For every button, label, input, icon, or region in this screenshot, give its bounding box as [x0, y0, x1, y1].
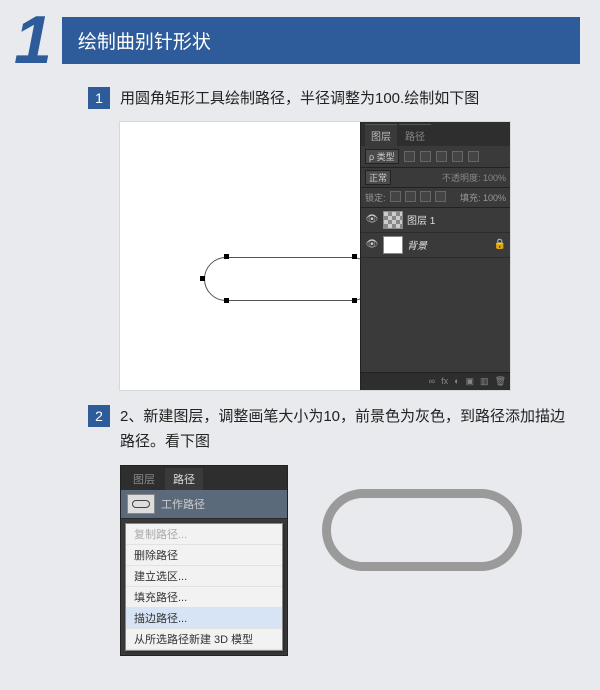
lock-position-icon[interactable] — [420, 191, 431, 202]
lock-pixel-icon[interactable] — [405, 191, 416, 202]
trash-icon[interactable]: 🗑 — [495, 376, 506, 387]
section-header: 1 绘制曲别针形状 — [0, 0, 600, 68]
anchor-point — [352, 298, 357, 303]
work-path-label: 工作路径 — [161, 496, 205, 512]
step-1-header: 1 用圆角矩形工具绘制路径，半径调整为100.绘制如下图 — [88, 86, 580, 112]
menu-item-new-3d-model[interactable]: 从所选路径新建 3D 模型 — [126, 629, 282, 650]
panel-tabs: 图层 路径 — [361, 122, 510, 146]
context-menu: 复制路径... 删除路径 建立选区... 填充路径... 描边路径... 从所选… — [125, 523, 283, 651]
filter-type-icon[interactable] — [436, 151, 447, 162]
layer-thumbnail — [383, 236, 403, 254]
step-badge: 1 — [88, 87, 110, 109]
lock-fill-row: 锁定: 填充: 100% — [361, 188, 510, 208]
section-number: 1 — [14, 6, 52, 74]
link-icon[interactable]: ∞ — [429, 376, 435, 387]
visibility-eye-icon[interactable]: 👁 — [365, 214, 379, 225]
filter-type-select[interactable]: ρ 类型 — [365, 149, 399, 164]
step-badge: 2 — [88, 405, 110, 427]
lock-icon: 🔒 — [494, 239, 506, 250]
new-layer-icon[interactable]: ▥ — [480, 376, 489, 387]
filter-adjust-icon[interactable] — [420, 151, 431, 162]
rounded-rect-path — [204, 257, 374, 301]
anchor-point — [224, 298, 229, 303]
layer-name: 图层 1 — [407, 212, 506, 227]
tab-layers[interactable]: 图层 — [125, 468, 163, 490]
canvas-screenshot: 图层 路径 ρ 类型 正常 不透明度: 100% 锁定: — [120, 122, 510, 390]
visibility-eye-icon[interactable]: 👁 — [365, 239, 379, 250]
filter-shape-icon[interactable] — [452, 151, 463, 162]
filter-smart-icon[interactable] — [468, 151, 479, 162]
layer-name: 背景 — [407, 237, 490, 252]
opacity-label: 不透明度: 100% — [442, 171, 506, 184]
menu-item-delete-path[interactable]: 删除路径 — [126, 545, 282, 566]
step-2-header: 2 2、新建图层，调整画笔大小为10，前景色为灰色，到路径添加描边路径。看下图 — [88, 404, 580, 455]
fx-icon[interactable]: fx — [441, 376, 448, 387]
blend-opacity-row: 正常 不透明度: 100% — [361, 168, 510, 188]
section-title: 绘制曲别针形状 — [62, 17, 580, 64]
step-1-text: 用圆角矩形工具绘制路径，半径调整为100.绘制如下图 — [120, 86, 580, 112]
layer-filter-row: ρ 类型 — [361, 146, 510, 168]
layer-thumbnail — [383, 211, 403, 229]
step-2: 2 2、新建图层，调整画笔大小为10，前景色为灰色，到路径添加描边路径。看下图 … — [88, 404, 580, 656]
layer-row[interactable]: 👁 图层 1 — [361, 208, 510, 233]
tab-paths[interactable]: 路径 — [165, 468, 203, 490]
anchor-point — [200, 276, 205, 281]
step-2-text: 2、新建图层，调整画笔大小为10，前景色为灰色，到路径添加描边路径。看下图 — [120, 404, 580, 455]
step-1: 1 用圆角矩形工具绘制路径，半径调整为100.绘制如下图 图层 路径 ρ 类型 — [88, 86, 580, 390]
work-path-row[interactable]: 工作路径 — [121, 490, 287, 519]
tab-layers[interactable]: 图层 — [365, 124, 397, 146]
stroked-rounded-rect — [322, 489, 522, 571]
panel-tabs: 图层 路径 — [121, 466, 287, 490]
blend-mode-select[interactable]: 正常 — [365, 170, 391, 185]
anchor-point — [224, 254, 229, 259]
adjustment-icon[interactable]: ▣ — [466, 376, 475, 387]
lock-transparent-icon[interactable] — [390, 191, 401, 202]
filter-pixel-icon[interactable] — [404, 151, 415, 162]
fill-label: 填充: 100% — [460, 191, 506, 204]
lock-label: 锁定: — [365, 191, 386, 204]
menu-item-fill-path[interactable]: 填充路径... — [126, 587, 282, 608]
paths-panel: 图层 路径 工作路径 复制路径... 删除路径 建立选区... 填充路径... … — [120, 465, 288, 656]
figure-1: 图层 路径 ρ 类型 正常 不透明度: 100% 锁定: — [120, 122, 580, 390]
menu-item-make-selection[interactable]: 建立选区... — [126, 566, 282, 587]
panel-footer: ∞ fx ◐ ▣ ▥ 🗑 — [361, 372, 510, 390]
menu-item-stroke-path[interactable]: 描边路径... — [126, 608, 282, 629]
layer-list: 👁 图层 1 👁 背景 🔒 — [361, 208, 510, 372]
layer-row[interactable]: 👁 背景 🔒 — [361, 233, 510, 258]
menu-item-copy-path[interactable]: 复制路径... — [126, 524, 282, 545]
figure-2: 图层 路径 工作路径 复制路径... 删除路径 建立选区... 填充路径... … — [120, 465, 580, 656]
anchor-point — [352, 254, 357, 259]
tab-paths[interactable]: 路径 — [399, 124, 431, 146]
lock-all-icon[interactable] — [435, 191, 446, 202]
layers-panel: 图层 路径 ρ 类型 正常 不透明度: 100% 锁定: — [360, 122, 510, 390]
path-thumbnail — [127, 494, 155, 514]
mask-icon[interactable]: ◐ — [454, 376, 459, 387]
